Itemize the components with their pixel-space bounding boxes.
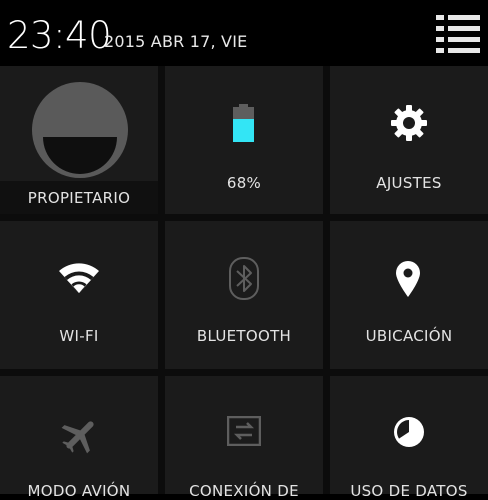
gear-icon <box>391 105 427 141</box>
bluetooth-icon <box>229 257 259 300</box>
tile-data-usage-label: USO DE DATOS <box>350 482 468 500</box>
tile-tethering-label: CONEXIÓN DE <box>189 482 299 500</box>
tile-airplane-mode[interactable]: MODO AVIÓN <box>0 376 158 500</box>
notifications-toggle-button[interactable] <box>436 15 480 53</box>
tethering-icon <box>227 416 261 446</box>
tile-battery-label: 68% <box>226 174 262 192</box>
tile-settings-label: AJUSTES <box>376 174 442 192</box>
tile-location[interactable]: UBICACIÓN <box>330 221 488 369</box>
clock-date: 2015 ABR 17, VIE <box>104 32 248 51</box>
location-pin-icon <box>396 261 420 297</box>
tile-owner-label: PROPIETARIO <box>27 189 131 207</box>
airplane-icon <box>61 421 94 454</box>
quick-settings-grid: PROPIETARIO 68% AJUSTES WI-FI BLUETOOTH … <box>0 66 488 500</box>
tile-wifi[interactable]: WI-FI <box>0 221 158 369</box>
tile-bluetooth-label: BLUETOOTH <box>196 327 292 345</box>
battery-icon <box>233 104 254 142</box>
tile-wifi-label: WI-FI <box>59 327 99 345</box>
tile-owner[interactable]: PROPIETARIO <box>0 66 158 214</box>
tile-tethering[interactable]: CONEXIÓN DE <box>165 376 323 500</box>
tile-airplane-mode-label: MODO AVIÓN <box>27 482 131 500</box>
wifi-icon <box>59 263 99 293</box>
tile-data-usage[interactable]: USO DE DATOS <box>330 376 488 500</box>
tile-bluetooth[interactable]: BLUETOOTH <box>165 221 323 369</box>
status-header: 23:40 2015 ABR 17, VIE <box>0 0 488 66</box>
owner-label-bar: PROPIETARIO <box>0 181 158 214</box>
notification-list-icon <box>436 15 480 53</box>
tile-battery[interactable]: 68% <box>165 66 323 214</box>
tile-settings[interactable]: AJUSTES <box>330 66 488 214</box>
data-usage-icon <box>394 417 424 447</box>
clock-time: 23:40 <box>7 14 112 57</box>
tile-location-label: UBICACIÓN <box>365 327 453 345</box>
